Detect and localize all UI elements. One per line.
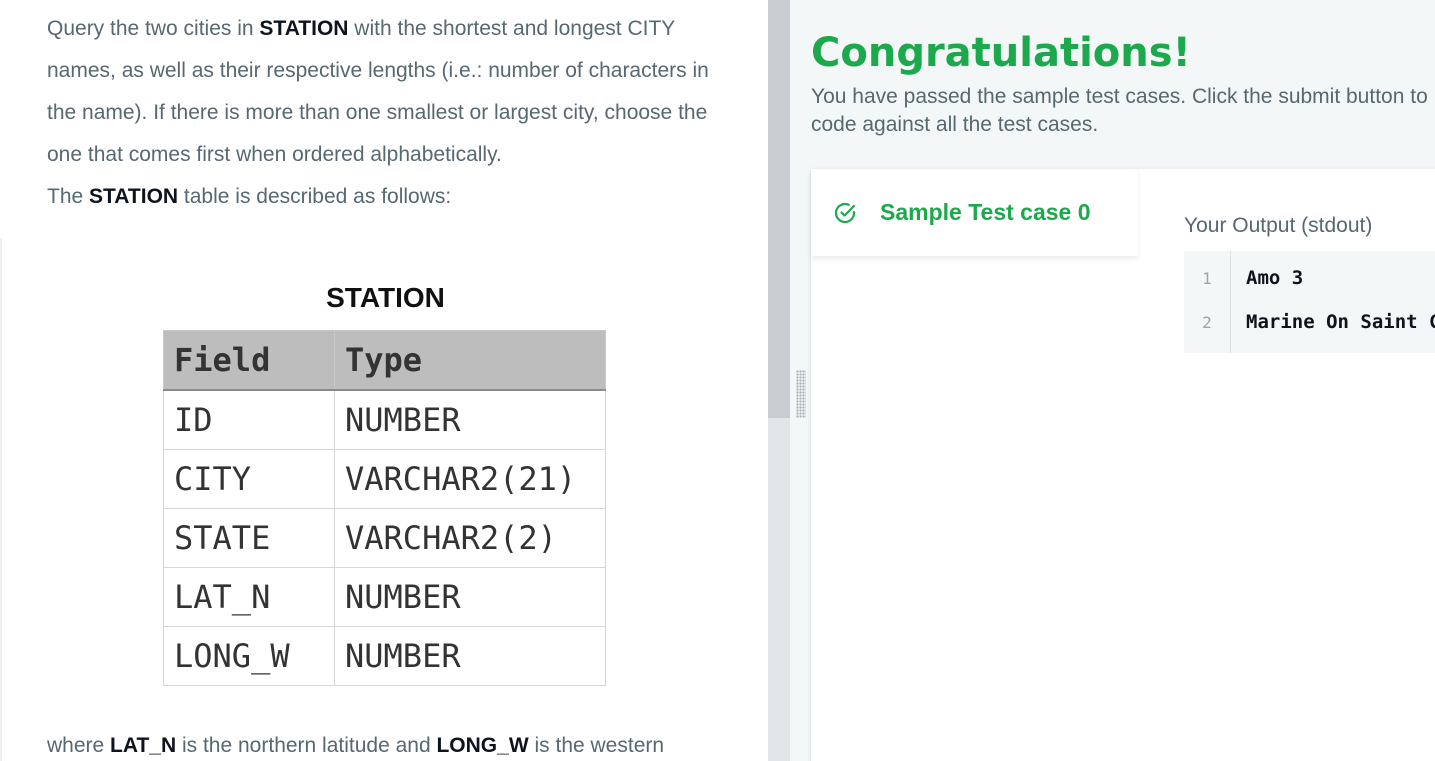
drag-grip-icon[interactable] xyxy=(796,370,806,418)
bold-term: LONG_W xyxy=(436,734,529,757)
schema-row: STATE VARCHAR2(2) xyxy=(163,508,606,568)
schema-type-cell: NUMBER xyxy=(334,567,606,627)
problem-paragraph-1: Query the two cities in STATION with the… xyxy=(47,8,737,176)
schema-table: Field Type ID NUMBER CITY VARCHAR2(21) S… xyxy=(163,330,606,686)
bold-term: STATION xyxy=(259,17,349,40)
schema-header-field: Field xyxy=(163,330,335,391)
output-line: Marine On Saint Croix 21 xyxy=(1246,311,1435,333)
text-span: Query the two cities in xyxy=(47,17,260,40)
line-number-gutter: 1 2 xyxy=(1184,251,1231,353)
check-circle-icon xyxy=(834,202,856,224)
result-title: Congratulations! xyxy=(811,30,1191,76)
schema-field-cell: STATE xyxy=(163,508,335,568)
schema-field-cell: LAT_N xyxy=(163,567,335,627)
stdout-output: 1 2 Amo 3 Marine On Saint Croix 21 xyxy=(1184,251,1435,353)
schema-table-title: STATION xyxy=(326,282,445,313)
results-pane: Congratulations! You have passed the sam… xyxy=(790,0,1435,761)
problem-paragraph-3: where LAT_N is the northern latitude and… xyxy=(47,725,664,761)
schema-row: ID NUMBER xyxy=(163,389,606,450)
schema-type-cell: NUMBER xyxy=(334,626,606,686)
result-message: You have passed the sample test cases. C… xyxy=(811,85,1435,136)
schema-field-cell: ID xyxy=(163,389,335,450)
line-number: 2 xyxy=(1202,313,1212,332)
schema-row: CITY VARCHAR2(21) xyxy=(163,449,606,509)
test-results-panel: Sample Test case 0 Your Output (stdout) … xyxy=(811,169,1435,761)
schema-field-cell: LONG_W xyxy=(163,626,335,686)
text-span: where xyxy=(47,734,111,757)
schema-type-cell: VARCHAR2(2) xyxy=(334,508,606,568)
schema-field-cell: CITY xyxy=(163,449,335,509)
test-case-label: Sample Test case 0 xyxy=(880,199,1091,225)
text-span: table is described as follows: xyxy=(178,185,452,208)
problem-paragraph-2: The STATION table is described as follow… xyxy=(47,176,737,218)
problem-statement-pane: Query the two cities in STATION with the… xyxy=(0,0,768,761)
output-line: Amo 3 xyxy=(1246,267,1304,289)
text-span: is the northern latitude and xyxy=(176,734,437,757)
pane-edge xyxy=(0,238,2,761)
station-schema-figure: STATION Field Type ID NUMBER CITY VARCHA… xyxy=(163,278,608,686)
schema-row: LONG_W NUMBER xyxy=(163,626,606,686)
bold-term: LAT_N xyxy=(110,734,177,757)
tab-sample-test-case-0[interactable]: Sample Test case 0 xyxy=(811,169,1138,256)
schema-row: LAT_N NUMBER xyxy=(163,567,606,627)
problem-description: Query the two cities in STATION with the… xyxy=(47,8,737,218)
bold-term: STATION xyxy=(89,185,179,208)
schema-header-row: Field Type xyxy=(163,330,606,391)
schema-type-cell: VARCHAR2(21) xyxy=(334,449,606,509)
schema-header-type: Type xyxy=(334,330,606,391)
text-span: is the western xyxy=(528,734,665,757)
text-span: The xyxy=(47,185,90,208)
left-pane-scrollbar-thumb[interactable] xyxy=(768,0,790,418)
schema-type-cell: NUMBER xyxy=(334,389,606,450)
output-label: Your Output (stdout) xyxy=(1184,214,1373,237)
line-number: 1 xyxy=(1202,269,1212,288)
